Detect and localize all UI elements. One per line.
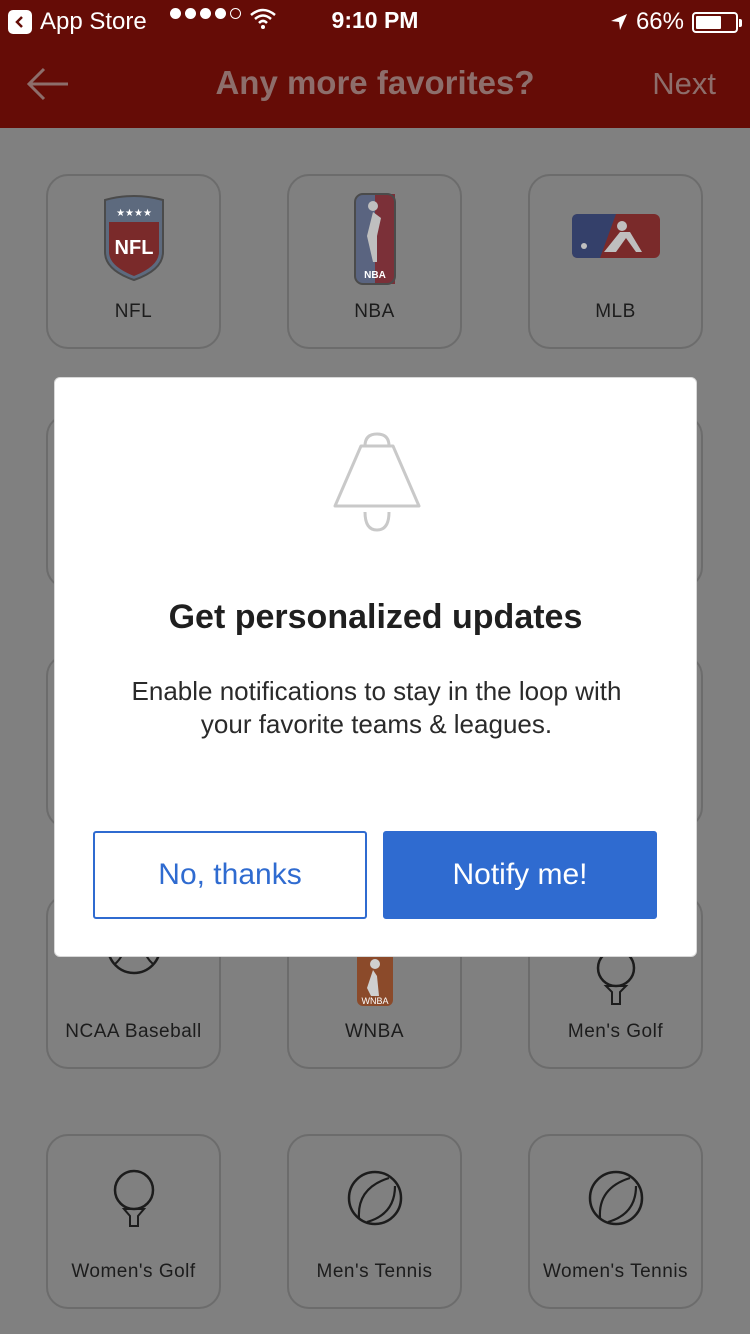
dialog-message: Enable notifications to stay in the loop… bbox=[85, 675, 668, 741]
tile-womens-tennis[interactable]: Women's Tennis bbox=[528, 1134, 703, 1309]
battery-percent: 66% bbox=[635, 8, 684, 35]
golf-ball-tee-icon bbox=[48, 1168, 219, 1230]
notification-permission-dialog: Get personalized updates Enable notifica… bbox=[54, 377, 697, 957]
tile-label: Women's Golf bbox=[71, 1261, 196, 1282]
tile-label: Women's Tennis bbox=[542, 1261, 689, 1282]
no-thanks-button[interactable]: No, thanks bbox=[93, 831, 367, 919]
tile-label: WNBA bbox=[345, 1021, 404, 1042]
next-button[interactable]: Next bbox=[652, 66, 716, 102]
tile-label: NFL bbox=[114, 301, 153, 322]
dialog-message-line2: your favorite teams & leagues. bbox=[200, 709, 553, 739]
nfl-logo-icon: NFL ★★★★ bbox=[48, 192, 219, 282]
tennis-ball-icon bbox=[289, 1168, 460, 1228]
location-arrow-icon bbox=[610, 14, 627, 30]
svg-text:WNBA: WNBA bbox=[361, 996, 388, 1006]
tennis-ball-icon bbox=[530, 1168, 701, 1228]
status-right: 66% bbox=[610, 8, 742, 36]
tile-nfl[interactable]: NFL ★★★★ NFL bbox=[46, 174, 221, 349]
tile-nba[interactable]: NBA NBA bbox=[287, 174, 462, 349]
tile-mlb[interactable]: MLB bbox=[528, 174, 703, 349]
tile-label: MLB bbox=[595, 301, 636, 322]
dialog-message-line1: Enable notifications to stay in the loop… bbox=[131, 676, 622, 706]
dialog-title: Get personalized updates bbox=[168, 598, 583, 636]
svg-text:NBA: NBA bbox=[364, 270, 386, 281]
svg-text:NFL: NFL bbox=[114, 237, 153, 259]
tile-label: NBA bbox=[354, 301, 395, 322]
app-header: App Store 9:10 PM 66% Any more favorites… bbox=[0, 0, 750, 128]
mlb-logo-icon bbox=[530, 212, 701, 260]
page-title: Any more favorites? bbox=[215, 64, 535, 101]
navigation-bar: Any more favorites? Next bbox=[0, 40, 750, 128]
tile-mens-tennis[interactable]: Men's Tennis bbox=[287, 1134, 462, 1309]
tile-womens-golf[interactable]: Women's Golf bbox=[46, 1134, 221, 1309]
battery-icon bbox=[692, 11, 742, 33]
tile-label: Men's Tennis bbox=[316, 1261, 433, 1282]
svg-text:★★★★: ★★★★ bbox=[116, 208, 152, 219]
nba-logo-icon: NBA bbox=[289, 192, 460, 286]
bell-icon bbox=[333, 432, 421, 532]
notify-me-button[interactable]: Notify me! bbox=[383, 831, 657, 919]
tile-label: Men's Golf bbox=[567, 1021, 664, 1042]
status-bar: App Store 9:10 PM 66% bbox=[0, 0, 750, 40]
tile-label: NCAA Baseball bbox=[65, 1021, 202, 1042]
